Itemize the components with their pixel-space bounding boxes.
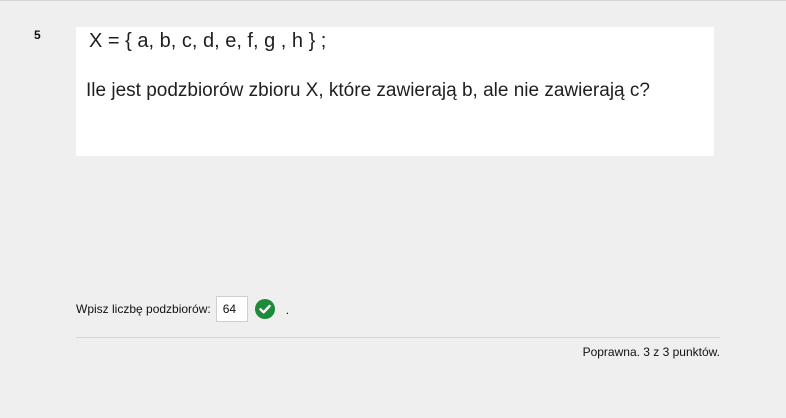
question-image: X = { a, b, c, d, e, f, g , h } ; Ile je… — [76, 27, 714, 156]
feedback-divider — [76, 337, 720, 338]
score-feedback: Poprawna. 3 z 3 punktów. — [582, 345, 720, 359]
set-definition: X = { a, b, c, d, e, f, g , h } ; — [89, 30, 327, 52]
question-text: Ile jest podzbiorów zbioru X, które zawi… — [86, 80, 650, 101]
check-circle-icon — [254, 299, 275, 319]
answer-row: Wpisz liczbę podzbiorów: . — [76, 295, 289, 323]
question-number: 5 — [34, 28, 41, 42]
answer-input[interactable] — [215, 296, 248, 322]
top-divider — [0, 0, 786, 1]
trailing-period: . — [285, 303, 290, 317]
answer-label: Wpisz liczbę podzbiorów: — [76, 302, 211, 316]
